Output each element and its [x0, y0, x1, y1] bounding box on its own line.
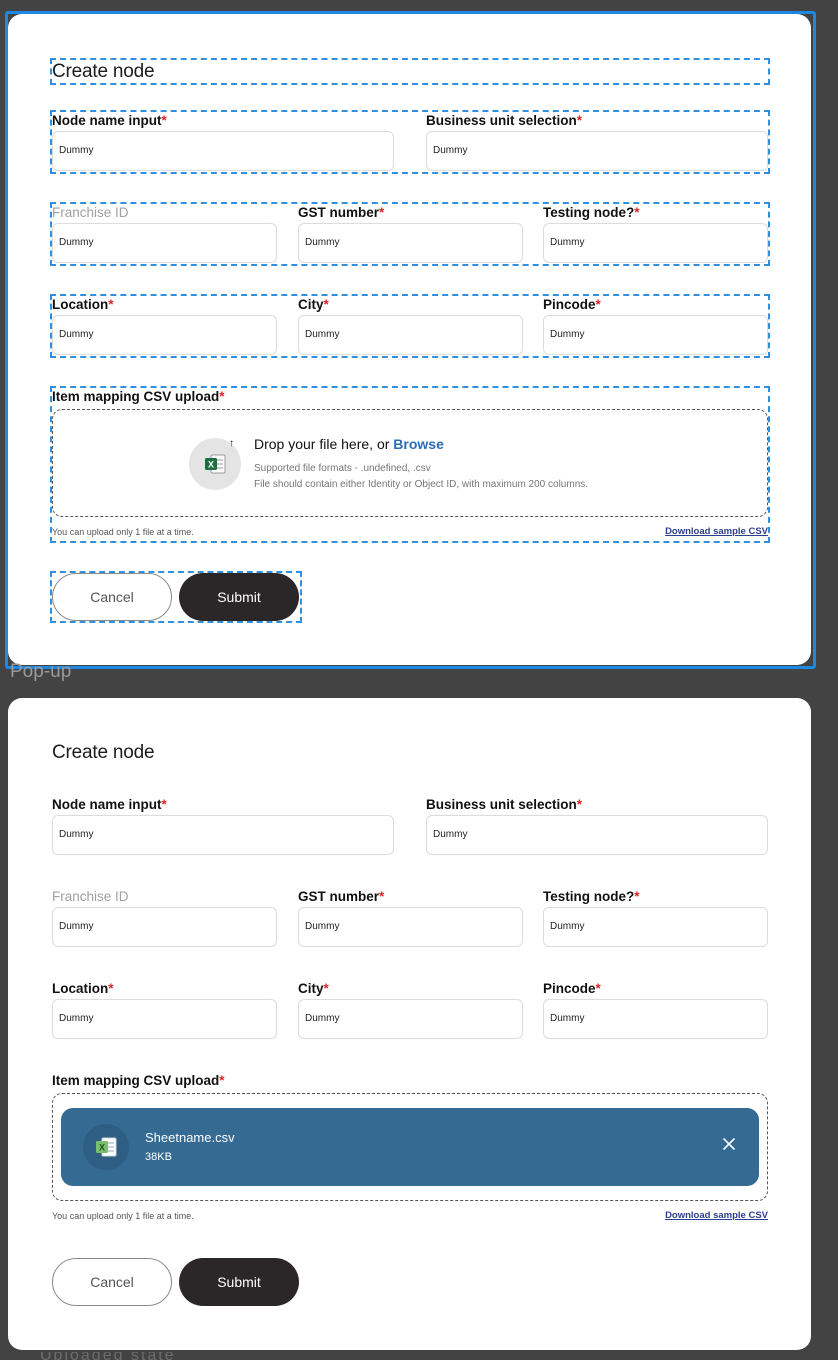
action-buttons: Cancel Submit [52, 1258, 300, 1306]
file-constraint: File should contain either Identity or O… [254, 479, 589, 490]
field-pincode: Pincode* Dummy [543, 296, 768, 355]
business-unit-select[interactable]: Dummy [426, 815, 768, 855]
field-label: Franchise ID [52, 889, 129, 904]
field-label: City* [298, 981, 329, 996]
node-name-input[interactable]: Dummy [52, 131, 394, 171]
field-gst-number: GST number* Dummy [298, 888, 523, 947]
close-icon[interactable] [721, 1136, 737, 1152]
field-city: City* Dummy [298, 980, 523, 1039]
row-location-city-pincode: Location* Dummy City* Dummy Pincode* Dum… [50, 294, 770, 358]
field-label: Pincode* [543, 981, 601, 996]
city-input[interactable]: Dummy [298, 999, 523, 1039]
field-label: Node name input* [52, 113, 167, 128]
uploaded-file-name: Sheetname.csv [145, 1130, 235, 1145]
field-location: Location* Dummy [52, 980, 277, 1039]
drop-instruction: Drop your file here, or Browse [254, 436, 444, 452]
create-node-dialog-empty: Create node Node name input* Dummy Busin… [8, 14, 811, 665]
svg-text:X: X [208, 460, 214, 470]
row-franchise-gst-testing: Franchise ID Dummy GST number* Dummy Tes… [50, 202, 770, 266]
dialog-title: Create node [52, 742, 155, 763]
field-testing-node: Testing node?* Dummy [543, 888, 768, 947]
gst-number-input[interactable]: Dummy [298, 907, 523, 947]
download-sample-link[interactable]: Download sample CSV [665, 1210, 768, 1221]
upload-hint: You can upload only 1 file at a time. [52, 527, 194, 537]
node-name-input[interactable]: Dummy [52, 815, 394, 855]
city-input[interactable]: Dummy [298, 315, 523, 355]
field-label: GST number* [298, 205, 385, 220]
field-franchise-id: Franchise ID Dummy [52, 888, 277, 947]
field-pincode: Pincode* Dummy [543, 980, 768, 1039]
field-label: GST number* [298, 889, 385, 904]
franchise-id-input[interactable]: Dummy [52, 223, 277, 263]
location-input[interactable]: Dummy [52, 999, 277, 1039]
field-label: Testing node?* [543, 889, 640, 904]
upload-hint: You can upload only 1 file at a time. [52, 1211, 194, 1221]
submit-button[interactable]: Submit [179, 1258, 299, 1306]
gst-number-input[interactable]: Dummy [298, 223, 523, 263]
field-node-name: Node name input* Dummy [52, 796, 394, 855]
field-label: Testing node?* [543, 205, 640, 220]
excel-file-icon: X [83, 1124, 129, 1170]
uploaded-file-size: 38KB [145, 1151, 172, 1163]
testing-node-input[interactable]: Dummy [543, 907, 768, 947]
csv-upload-section: Item mapping CSV upload* X ↑ Drop your f… [50, 386, 770, 543]
field-label: Node name input* [52, 797, 167, 812]
row-location-city-pincode: Location* Dummy City* Dummy Pincode* Dum… [52, 980, 768, 1040]
field-location: Location* Dummy [52, 296, 277, 355]
field-label: Business unit selection* [426, 797, 583, 812]
download-sample-link[interactable]: Download sample CSV [665, 526, 768, 537]
cancel-button[interactable]: Cancel [52, 573, 172, 621]
action-buttons: Cancel Submit [50, 571, 302, 623]
file-dropzone[interactable]: X Sheetname.csv 38KB [52, 1093, 768, 1201]
row-franchise-gst-testing: Franchise ID Dummy GST number* Dummy Tes… [52, 888, 768, 948]
supported-formats: Supported file formats - .undefined, .cs… [254, 463, 431, 474]
field-label: Location* [52, 981, 114, 996]
csv-upload-section: Item mapping CSV upload* X Sheetname.csv… [52, 1072, 768, 1225]
field-label: City* [298, 297, 329, 312]
file-dropzone[interactable]: X ↑ Drop your file here, or Browse Suppo… [52, 409, 768, 517]
field-label: Pincode* [543, 297, 601, 312]
field-city: City* Dummy [298, 296, 523, 355]
field-label: Business unit selection* [426, 113, 583, 128]
field-franchise-id: Franchise ID Dummy [52, 204, 277, 263]
franchise-id-input[interactable]: Dummy [52, 907, 277, 947]
field-label: Location* [52, 297, 114, 312]
upload-arrow-icon: ↑ [229, 438, 234, 449]
cancel-button[interactable]: Cancel [52, 1258, 172, 1306]
field-business-unit: Business unit selection* Dummy [426, 112, 768, 171]
dialog-title: Create node [50, 58, 770, 85]
svg-text:X: X [99, 1143, 105, 1153]
pincode-input[interactable]: Dummy [543, 999, 768, 1039]
field-label: Franchise ID [52, 205, 129, 220]
frame-label: Pop-up [10, 661, 72, 682]
uploaded-file-chip: X Sheetname.csv 38KB [61, 1108, 759, 1186]
field-testing-node: Testing node?* Dummy [543, 204, 768, 263]
testing-node-input[interactable]: Dummy [543, 223, 768, 263]
upload-label: Item mapping CSV upload* [52, 1073, 225, 1088]
submit-button[interactable]: Submit [179, 573, 299, 621]
row-node-business: Node name input* Dummy Business unit sel… [52, 796, 768, 856]
browse-link[interactable]: Browse [393, 436, 444, 452]
field-node-name: Node name input* Dummy [52, 112, 394, 171]
pincode-input[interactable]: Dummy [543, 315, 768, 355]
next-frame-label: Uploaded state [40, 1352, 480, 1360]
field-gst-number: GST number* Dummy [298, 204, 523, 263]
create-node-dialog-uploaded: Create node Node name input* Dummy Busin… [8, 698, 811, 1350]
business-unit-select[interactable]: Dummy [426, 131, 768, 171]
location-input[interactable]: Dummy [52, 315, 277, 355]
row-node-business: Node name input* Dummy Business unit sel… [50, 110, 770, 174]
upload-label: Item mapping CSV upload* [52, 389, 225, 404]
field-business-unit: Business unit selection* Dummy [426, 796, 768, 855]
